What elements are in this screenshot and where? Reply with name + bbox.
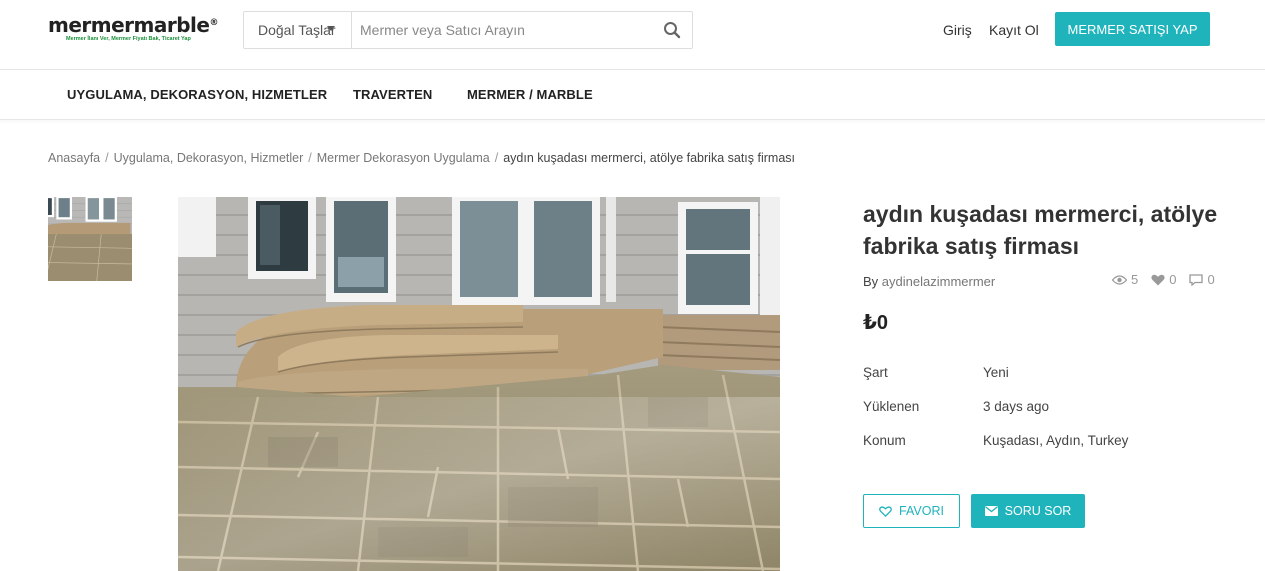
envelope-icon [984, 506, 998, 516]
breadcrumb-separator: / [308, 151, 312, 165]
spec-label-uploaded: Yüklenen [863, 399, 920, 414]
sell-marble-button[interactable]: MERMER SATIŞI YAP [1055, 12, 1210, 46]
heart-icon [1151, 274, 1165, 285]
category-nav: UYGULAMA, DEKORASYON, HIZMETLER TRAVERTE… [0, 70, 1265, 120]
spec-value-uploaded: 3 days ago [983, 399, 1050, 414]
likes-count: 0 [1169, 272, 1177, 287]
search-input[interactable] [352, 12, 652, 48]
breadcrumb-current: aydın kuşadası mermerci, atölye fabrika … [503, 151, 795, 165]
thumbnail-image [48, 197, 132, 281]
likes-stat[interactable]: 0 [1151, 272, 1176, 287]
favorite-button-label: FAVORI [899, 504, 944, 518]
search-category-label: Doğal Taşlar [258, 22, 336, 38]
breadcrumb: Anasayfa / Uygulama, Dekorasyon, Hizmetler… [48, 151, 795, 165]
views-count: 5 [1131, 272, 1139, 287]
category-mermer[interactable]: MERMER / MARBLE [467, 87, 593, 102]
register-link[interactable]: Kayıt Ol [989, 22, 1039, 38]
comments-stat[interactable]: 0 [1189, 272, 1215, 287]
listing-price: ₺0 [863, 312, 889, 334]
listing-main-photo[interactable] [178, 197, 780, 571]
login-link[interactable]: Giriş [943, 22, 972, 38]
breadcrumb-separator: / [494, 151, 499, 165]
breadcrumb-subcategory[interactable]: Mermer Dekorasyon Uygulama [317, 151, 490, 165]
spec-value-location: Kuşadası, Aydın, Turkey [983, 433, 1129, 448]
spec-label-condition: Şart [863, 365, 888, 380]
search-bar: Doğal Taşlar [243, 11, 693, 49]
caret-down-icon [327, 26, 335, 31]
breadcrumb-separator: / [105, 151, 109, 165]
category-uygulama[interactable]: UYGULAMA, DEKORASYON, HIZMETLER [67, 87, 327, 102]
listing-seller: By aydinelazimmermer [863, 274, 995, 289]
listing-stats: 5 0 0 [1112, 272, 1215, 287]
ask-question-button[interactable]: SORU SOR [971, 494, 1085, 528]
views-stat: 5 [1112, 272, 1138, 287]
main-photo-image [178, 197, 780, 571]
heart-outline-icon [879, 505, 892, 517]
listing-title: aydın kuşadası mermerci, atölye fabrika … [863, 201, 1218, 259]
spec-value-condition: Yeni [983, 365, 1009, 380]
eye-icon [1112, 274, 1127, 285]
seller-by-label: By [863, 274, 879, 289]
favorite-button[interactable]: FAVORI [863, 494, 960, 528]
comments-count: 0 [1207, 272, 1215, 287]
site-header: mermermarble® Mermer İlanı Ver, Mermer F… [0, 0, 1265, 70]
search-button[interactable] [652, 12, 692, 48]
category-traverten[interactable]: TRAVERTEN [353, 87, 432, 102]
search-category-select[interactable]: Doğal Taşlar [244, 12, 352, 48]
ask-button-label: SORU SOR [1004, 504, 1072, 518]
breadcrumb-category[interactable]: Uygulama, Dekorasyon, Hizmetler [114, 151, 304, 165]
breadcrumb-home[interactable]: Anasayfa [48, 151, 100, 165]
seller-link[interactable]: aydinelazimmermer [882, 274, 995, 289]
logo-wordmark: mermermarble® [48, 13, 218, 37]
search-icon [664, 22, 681, 39]
site-logo[interactable]: mermermarble® Mermer İlanı Ver, Mermer F… [48, 14, 218, 42]
spec-label-location: Konum [863, 433, 906, 448]
gallery-thumbnail[interactable] [48, 197, 132, 281]
comment-icon [1189, 273, 1204, 286]
